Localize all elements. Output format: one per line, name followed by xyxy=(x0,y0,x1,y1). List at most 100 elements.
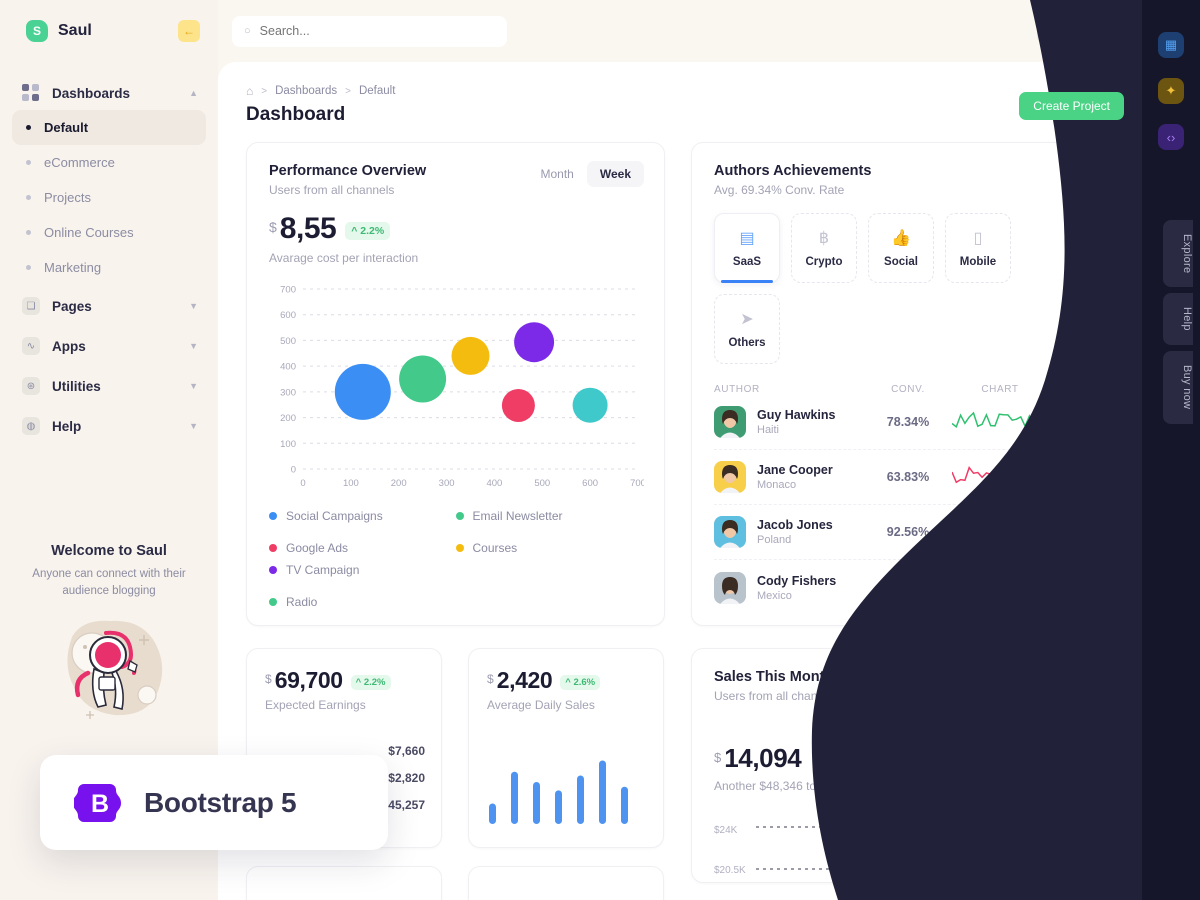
search-box[interactable]: ○ xyxy=(232,15,507,47)
table-row[interactable]: Jane Cooper Monaco 63.83% → xyxy=(714,450,1085,505)
arrow-right-icon[interactable]: → xyxy=(1054,410,1079,434)
tab-label: Mobile xyxy=(959,256,997,268)
breakdown-value: $7,660 xyxy=(388,744,425,758)
lifebuoy-icon: ◍ xyxy=(22,417,40,435)
sidebar-item-dashboards[interactable]: Dashboards ▲ xyxy=(0,76,218,110)
mobile-icon: ▯ xyxy=(973,230,983,247)
rail-tab-buy-now[interactable]: Buy now xyxy=(1163,351,1193,424)
delta-value: 2.2% xyxy=(360,225,385,237)
author-cell: Jane Cooper Monaco xyxy=(714,461,864,493)
code-icon[interactable]: ‹› xyxy=(1158,124,1184,150)
legend-item[interactable]: Radio xyxy=(269,595,456,609)
tab-mobile[interactable]: ▯ Mobile xyxy=(945,213,1011,283)
legend-item[interactable]: Courses xyxy=(455,541,643,555)
sidebar-collapse-icon[interactable]: ← xyxy=(178,20,200,42)
tab-week[interactable]: Week xyxy=(586,161,644,187)
status-badge: ^ 2.2% xyxy=(350,675,391,690)
create-project-button[interactable]: Create Project xyxy=(1019,92,1124,120)
sidebar-item-label: Default xyxy=(44,120,89,135)
sidebar-group-label: Help xyxy=(52,418,82,434)
sidebar-item-pages[interactable]: ❏ Pages ▼ xyxy=(0,289,218,323)
column-header-author: AUTHOR xyxy=(714,384,760,395)
tab-month[interactable]: Month xyxy=(528,161,587,187)
table-row[interactable]: Guy Hawkins Haiti 78.34% → xyxy=(714,395,1085,450)
sidebar-nav: Dashboards ▲ Default eCommerce Projects … xyxy=(0,76,218,443)
bootstrap-badge-label: Bootstrap 5 xyxy=(144,786,297,818)
breadcrumb-item-dashboards[interactable]: Dashboards xyxy=(275,85,337,97)
sparkle-icon[interactable]: ✦ xyxy=(1158,78,1184,104)
arrow-right-icon[interactable]: → xyxy=(1054,465,1079,489)
search-input[interactable] xyxy=(259,24,460,38)
legend-item[interactable]: TV Campaign xyxy=(269,563,456,577)
chevron-down-icon: ▼ xyxy=(189,301,198,311)
sidebar-group-label: Pages xyxy=(52,298,92,314)
svg-text:200: 200 xyxy=(391,478,407,489)
avatar xyxy=(714,516,746,548)
home-icon[interactable]: ⌂ xyxy=(246,84,253,98)
author-cell: Cody Fishers Mexico xyxy=(714,571,864,604)
bottom-stub-row xyxy=(246,866,665,900)
sidebar-item-online-courses[interactable]: Online Courses xyxy=(12,215,206,250)
table-row[interactable]: Cody Fishers Mexico 63.08% → xyxy=(714,560,1085,615)
stat-value: 2,420 xyxy=(496,667,553,693)
breadcrumb-separator: > xyxy=(345,85,351,97)
rail-tab-help[interactable]: Help xyxy=(1163,293,1193,346)
sidebar-item-help[interactable]: ◍ Help ▼ xyxy=(0,409,218,443)
earnings-breakdown: $7,660 $2,820 $45,257 xyxy=(382,744,425,825)
sidebar-item-utilities[interactable]: ⊛ Utilities ▼ xyxy=(0,369,218,403)
sidebar-group-label: Apps xyxy=(52,338,86,354)
right-column: Authors Achievements Avg. 69.34% Conv. R… xyxy=(691,142,1108,900)
brand-logo-icon: S xyxy=(26,20,48,42)
svg-text:600: 600 xyxy=(280,310,296,321)
sidebar-item-marketing[interactable]: Marketing xyxy=(12,250,206,285)
avatar[interactable] xyxy=(1115,16,1145,46)
notes-icon[interactable]: ▤ xyxy=(1076,18,1102,44)
avatar xyxy=(714,406,746,438)
axis-tick-label: $24K xyxy=(714,825,738,836)
range-toggle: Month Week xyxy=(528,161,644,187)
sidebar-item-projects[interactable]: Projects xyxy=(12,180,206,215)
tab-others[interactable]: ➤ Others xyxy=(714,294,780,364)
more-horizontal-icon[interactable]: ⋯ xyxy=(1067,669,1089,691)
sparkline-chart xyxy=(952,409,1048,435)
rail-tabs: Explore Help Buy now xyxy=(1149,220,1193,424)
legend-item[interactable]: Email Newsletter xyxy=(455,509,643,523)
chart-legend: Social Campaigns Email Newsletter Google… xyxy=(269,509,642,609)
tab-crypto[interactable]: ฿ Crypto xyxy=(791,213,857,283)
svg-text:500: 500 xyxy=(534,478,550,489)
chevron-down-icon: ▼ xyxy=(189,421,198,431)
table-row[interactable]: Jacob Jones Poland 92.56% → xyxy=(714,505,1085,560)
breadcrumb-item-default[interactable]: Default xyxy=(359,85,395,97)
sparkline-chart xyxy=(952,575,1048,601)
activity-icon[interactable]: ◠ xyxy=(1037,18,1063,44)
tab-saas[interactable]: ▤ SaaS xyxy=(714,213,780,283)
sidebar-item-label: Marketing xyxy=(44,260,102,275)
legend-item[interactable]: Google Ads xyxy=(269,541,456,555)
tab-social[interactable]: 👍 Social xyxy=(868,213,934,283)
calendar-icon[interactable]: ▦ xyxy=(1158,32,1184,58)
sales-value: 14,094 xyxy=(724,743,802,773)
legend-label: Courses xyxy=(472,541,518,555)
sales-area-chart[interactable]: $24K $20.5K xyxy=(714,819,1109,882)
bootstrap-logo-icon: B xyxy=(73,780,126,826)
sidebar-item-default[interactable]: Default xyxy=(12,110,206,145)
currency-symbol: $ xyxy=(265,672,272,686)
arrow-right-icon[interactable]: → xyxy=(1054,520,1079,544)
rail-tab-explore[interactable]: Explore xyxy=(1163,220,1193,288)
bubble-chart[interactable]: 0 100 200 300 400 500 600 700 0 100 200 300 400 500 60… xyxy=(269,285,644,495)
svg-text:100: 100 xyxy=(280,439,296,450)
svg-text:0: 0 xyxy=(300,478,305,489)
sales-caption: Another $48,346 to Goal xyxy=(714,779,845,793)
delta-arrow-icon: ^ xyxy=(355,677,362,688)
bullet-icon xyxy=(26,195,31,200)
more-horizontal-icon[interactable]: ⋯ xyxy=(1067,163,1089,185)
arrow-right-icon[interactable]: → xyxy=(1054,575,1079,600)
view-cell: → xyxy=(1048,410,1085,434)
legend-item[interactable]: Social Campaigns xyxy=(269,509,456,523)
status-badge: ^ 2.2% xyxy=(345,222,391,240)
legend-label: Social Campaigns xyxy=(286,509,383,523)
sidebar-item-apps[interactable]: ∿ Apps ▼ xyxy=(0,329,218,363)
chevron-up-icon: ▲ xyxy=(189,88,198,98)
sidebar-item-ecommerce[interactable]: eCommerce xyxy=(12,145,206,180)
daily-sales-bar-chart[interactable] xyxy=(487,754,647,829)
